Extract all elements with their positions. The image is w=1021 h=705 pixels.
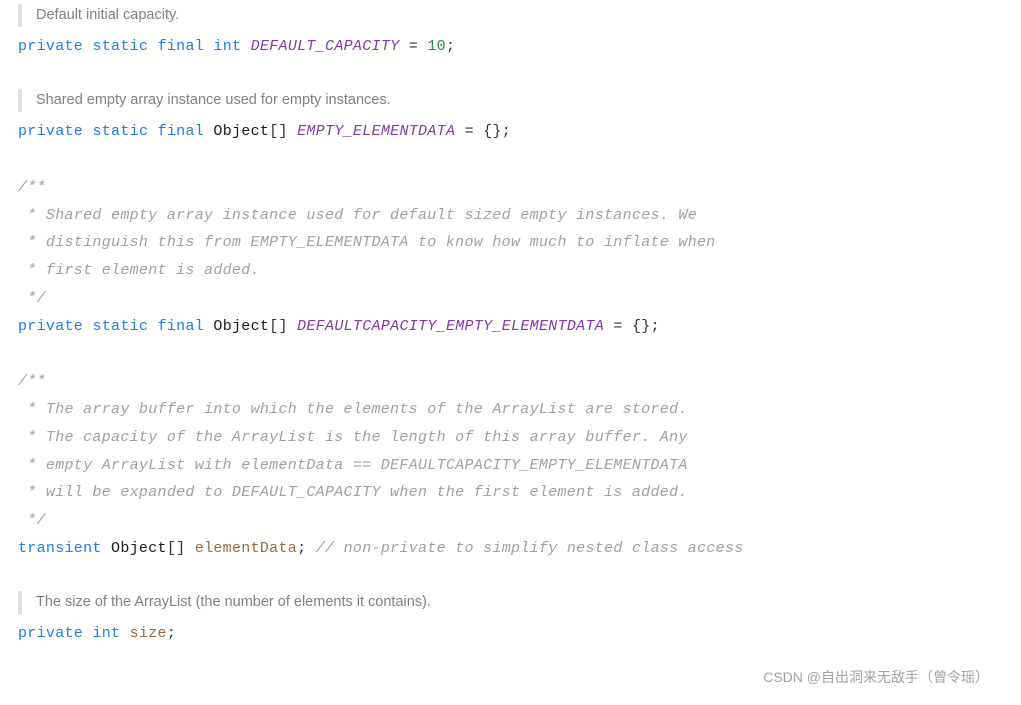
code-token: static [92, 38, 148, 55]
code-token: int [213, 38, 241, 55]
code-token [148, 38, 157, 55]
code-token: // non-private to simplify nested class … [316, 540, 744, 557]
code-token: static [92, 318, 148, 335]
code-token: [] [269, 123, 288, 140]
code-token: ; [446, 38, 455, 55]
code-token: Object [213, 123, 269, 140]
code-block: private static final Object[] EMPTY_ELEM… [18, 118, 1003, 146]
code-token: [] [167, 540, 186, 557]
code-token [204, 38, 213, 55]
doc-comment: The size of the ArrayList (the number of… [18, 591, 1003, 614]
code-token: private [18, 123, 83, 140]
code-token: /** * The array buffer into which the el… [18, 373, 688, 529]
code-token [241, 38, 250, 55]
code-token: private [18, 625, 83, 642]
code-token [204, 318, 213, 335]
code-token: static [92, 123, 148, 140]
doc-comment: Default initial capacity. [18, 4, 1003, 27]
code-token [604, 318, 613, 335]
code-token [102, 540, 111, 557]
code-token [399, 38, 408, 55]
code-token [148, 318, 157, 335]
code-token: DEFAULTCAPACITY_EMPTY_ELEMENTDATA [297, 318, 604, 335]
code-token: DEFAULT_CAPACITY [251, 38, 400, 55]
watermark: CSDN @自出洞来无敌手（曾令瑶） [763, 664, 989, 691]
code-token: ; [297, 540, 306, 557]
code-token [306, 540, 315, 557]
code-token: final [158, 38, 205, 55]
doc-comment: Shared empty array instance used for emp… [18, 89, 1003, 112]
code-token: ; [167, 625, 176, 642]
code-token [148, 123, 157, 140]
code-token [288, 318, 297, 335]
code-token: size [130, 625, 167, 642]
code-token: = {}; [465, 123, 512, 140]
code-token: = [409, 38, 418, 55]
code-token: [] [269, 318, 288, 335]
code-token: Object [213, 318, 269, 335]
code-block: /** * The array buffer into which the el… [18, 368, 1003, 562]
code-token [455, 123, 464, 140]
code-block: private int size; [18, 620, 1003, 648]
code-token: EMPTY_ELEMENTDATA [297, 123, 455, 140]
code-token: = {}; [613, 318, 660, 335]
code-token: 10 [427, 38, 446, 55]
code-token: int [92, 625, 120, 642]
code-token [185, 540, 194, 557]
code-document: Default initial capacity. private static … [18, 4, 1003, 648]
code-token: private [18, 38, 83, 55]
code-token: final [158, 318, 205, 335]
code-token: elementData [195, 540, 297, 557]
code-token: transient [18, 540, 102, 557]
code-block: private static final int DEFAULT_CAPACIT… [18, 33, 1003, 61]
code-token [288, 123, 297, 140]
code-token [120, 625, 129, 642]
code-token: final [158, 123, 205, 140]
code-token [418, 38, 427, 55]
code-token: Object [111, 540, 167, 557]
code-token: /** * Shared empty array instance used f… [18, 179, 716, 307]
code-block: /** * Shared empty array instance used f… [18, 174, 1003, 341]
code-token: private [18, 318, 83, 335]
code-token [204, 123, 213, 140]
